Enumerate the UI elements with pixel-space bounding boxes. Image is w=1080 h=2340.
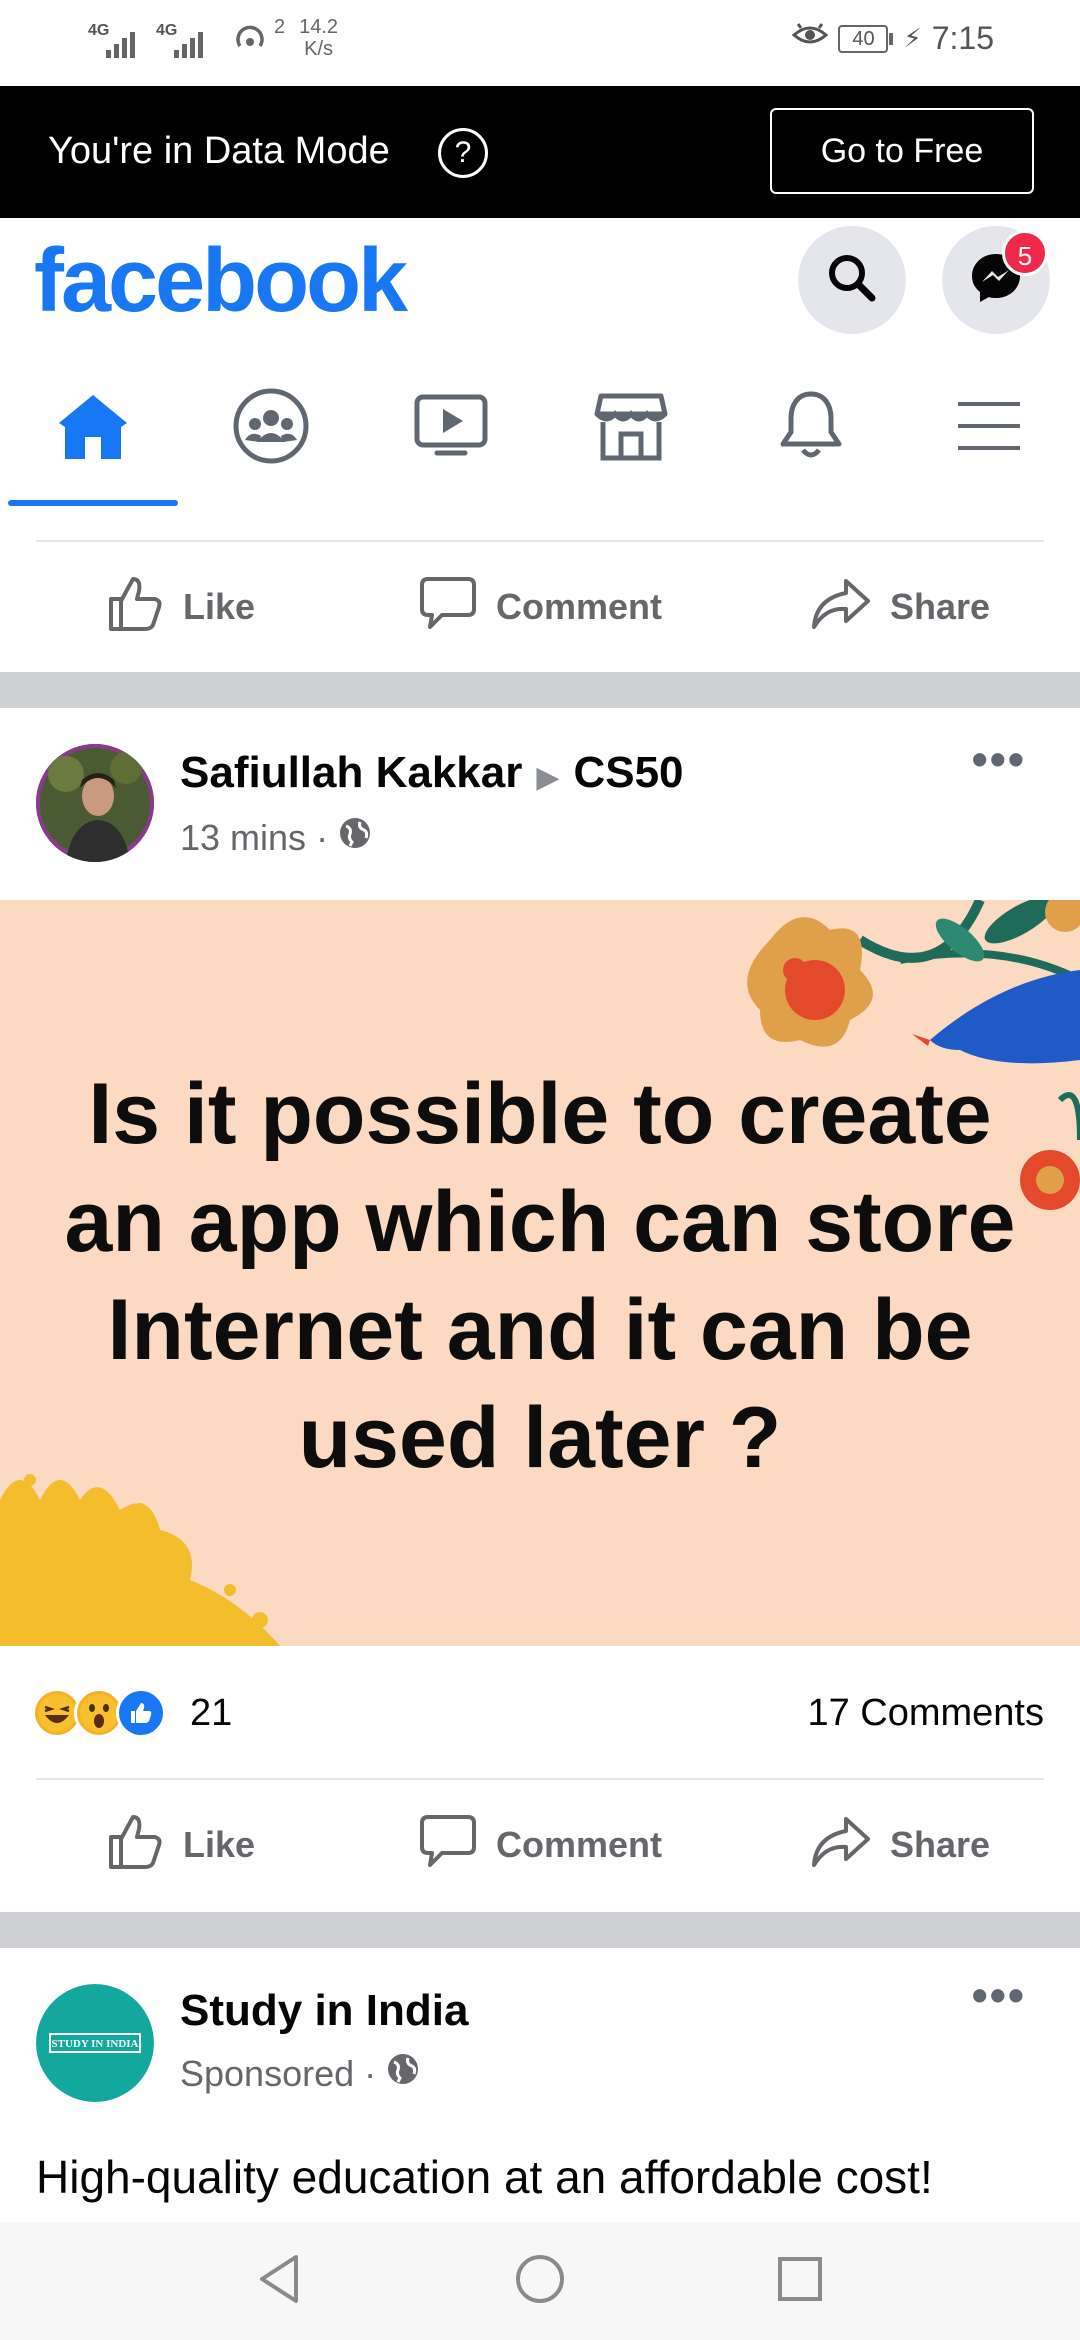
globe-icon	[386, 2052, 420, 2095]
marketplace-icon	[593, 390, 669, 467]
svg-text:STUDY IN INDIA: STUDY IN INDIA	[52, 2038, 139, 2050]
comment-label: Comment	[495, 586, 662, 627]
comment-label: Comment	[495, 1824, 662, 1865]
feed-separator	[0, 672, 1080, 708]
post-image[interactable]: Is it possible to create an app which ca…	[0, 900, 1080, 1646]
tab-groups[interactable]	[186, 350, 356, 506]
share-button[interactable]: Share	[720, 1780, 1080, 1910]
clock: 7:15	[931, 20, 994, 56]
comment-icon	[418, 1811, 478, 1880]
sponsored-post-header: STUDY IN INDIA Study in India Sponsored …	[0, 1948, 1080, 2128]
post-meta: 13 mins ·	[180, 816, 372, 859]
search-icon	[824, 250, 880, 311]
globe-icon	[338, 816, 372, 859]
like-icon	[105, 573, 165, 642]
hamburger-menu-icon	[954, 396, 1024, 461]
hotspot-count: 2	[274, 16, 286, 38]
back-icon[interactable]	[256, 2253, 304, 2310]
charging-icon: ⚡	[903, 23, 922, 53]
post-time[interactable]: 13 mins	[180, 817, 306, 859]
tab-menu[interactable]	[904, 350, 1074, 506]
dot-separator: ·	[316, 816, 329, 858]
reaction-count[interactable]: 21	[190, 1692, 232, 1735]
group-name[interactable]: CS50	[573, 748, 683, 797]
post-header: Safiullah Kakkar ▶ CS50 13 mins · •••	[0, 708, 1080, 888]
arrow-right-icon: ▶	[536, 761, 560, 794]
share-label: Share	[889, 1824, 991, 1865]
sponsored-label[interactable]: Sponsored	[180, 2053, 354, 2095]
speed-value: 14.2	[299, 16, 339, 38]
bell-icon	[777, 388, 845, 469]
network-speed: 14.2 K/s	[299, 16, 338, 60]
like-button[interactable]: Like	[0, 1780, 360, 1910]
reactions-summary[interactable]: 21 17 Comments	[0, 1646, 1080, 1778]
tab-watch[interactable]	[366, 350, 536, 506]
comments-count[interactable]: 17 Comments	[807, 1692, 1044, 1735]
comment-button[interactable]: Comment	[360, 1780, 720, 1910]
app-header: facebook 5	[0, 218, 1080, 350]
facebook-logo[interactable]: facebook	[34, 230, 408, 333]
like-button[interactable]: Like	[0, 542, 360, 672]
avatar[interactable]	[36, 744, 154, 862]
share-label: Share	[889, 586, 991, 627]
advertiser-avatar[interactable]: STUDY IN INDIA	[36, 1984, 154, 2102]
status-bar: 4G 4G 2 14.2 K/s 40 ⚡ 7:15	[0, 0, 1080, 86]
comment-icon	[418, 573, 478, 642]
eye-comfort-icon	[792, 20, 829, 57]
sponsored-post-text: High-quality education at an affordable …	[36, 2151, 933, 2203]
comment-button[interactable]: Comment	[360, 542, 720, 672]
home-icon	[55, 391, 131, 466]
like-label: Like	[182, 1824, 256, 1865]
like-icon	[105, 1811, 165, 1880]
share-icon	[810, 575, 872, 640]
home-circle-icon[interactable]	[514, 2253, 566, 2310]
main-nav-tabs	[0, 350, 1080, 506]
more-options-button[interactable]: •••	[972, 732, 1026, 786]
messenger-badge: 5	[1002, 230, 1048, 276]
cell-signal-icon-2: 4G	[156, 16, 214, 60]
battery-icon: 40	[838, 24, 894, 53]
go-to-free-button[interactable]: Go to Free	[770, 108, 1034, 194]
data-mode-message: You're in Data Mode	[48, 130, 390, 172]
feed-separator	[0, 1912, 1080, 1948]
watch-icon	[413, 393, 489, 464]
like-reaction-icon	[116, 1688, 166, 1738]
post-actions-previous: Like Comment Share	[0, 542, 1080, 672]
like-label: Like	[182, 586, 256, 627]
post-image-text: Is it possible to create an app which ca…	[64, 1066, 1016, 1486]
tab-marketplace[interactable]	[546, 350, 716, 506]
battery-level: 40	[838, 24, 889, 53]
data-mode-banner: You're in Data Mode ? Go to Free	[0, 86, 1080, 218]
help-icon[interactable]: ?	[438, 128, 488, 178]
system-navigation-bar	[0, 2222, 1080, 2340]
reaction-icons	[32, 1688, 166, 1738]
post-actions: Like Comment Share	[0, 1780, 1080, 1910]
speed-unit: K/s	[304, 38, 334, 60]
recents-icon[interactable]	[776, 2255, 824, 2308]
cell-signal-icon: 4G	[88, 16, 146, 60]
dot-separator: ·	[364, 2052, 377, 2094]
share-button[interactable]: Share	[720, 542, 1080, 672]
post-meta: Sponsored ·	[180, 2052, 420, 2095]
groups-icon	[231, 386, 311, 471]
tab-home[interactable]	[8, 350, 178, 506]
advertiser-name[interactable]: Study in India	[180, 1986, 468, 2036]
author-name[interactable]: Safiullah Kakkar	[180, 748, 522, 797]
search-button[interactable]	[798, 226, 906, 334]
post-author-line: Safiullah Kakkar ▶ CS50	[180, 748, 684, 798]
hotspot-icon	[230, 16, 270, 60]
share-icon	[810, 1813, 872, 1878]
more-options-button[interactable]: •••	[972, 1968, 1026, 2022]
tab-notifications[interactable]	[726, 350, 896, 506]
